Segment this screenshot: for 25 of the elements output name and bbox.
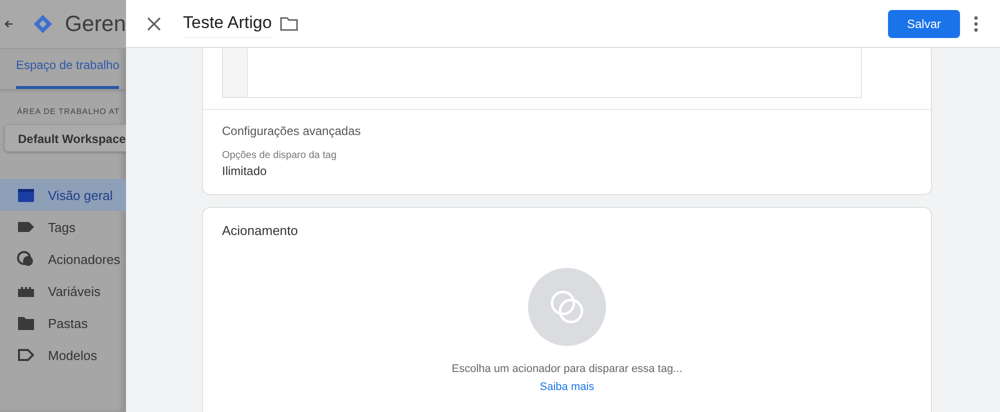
trigger-icon (16, 249, 36, 269)
section-heading: Configurações avançadas (222, 124, 362, 138)
section-label: ÁREA DE TRABALHO AT (16, 106, 121, 116)
nav-item[interactable]: Acionadores (0, 243, 126, 275)
nav-item[interactable]: Tags (0, 211, 126, 243)
workspace-tab[interactable]: Espaço de trabalho (16, 58, 120, 89)
tag-name-field[interactable]: Teste Artigo (183, 9, 272, 38)
nav-item[interactable]: Visão geral (0, 179, 126, 211)
field-value: Ilimitado (222, 164, 268, 178)
learn-more-link[interactable]: Saiba mais (540, 381, 594, 393)
hint-text: Escolha um acionador para disparar essa tag... (452, 363, 682, 375)
trigger-card[interactable]: Acionamento Escolha um acionador para disparar essa tag... Saiba mais (202, 207, 932, 412)
folder-icon[interactable] (280, 16, 298, 30)
trigger-icon (528, 268, 606, 346)
nav-item[interactable]: Modelos (0, 339, 126, 371)
back-arrow-icon[interactable] (4, 18, 14, 30)
nav-item[interactable]: Variáveis (0, 275, 126, 307)
save-button[interactable]: Salvar (888, 10, 960, 38)
app-title: Geren (64, 11, 126, 37)
close-icon[interactable] (147, 16, 161, 30)
card-title: Acionamento (221, 222, 298, 238)
field-label: Opções de disparo da tag (222, 150, 338, 161)
nav-item[interactable]: Pastas (0, 307, 126, 339)
workspace-button[interactable]: Default Workspace (4, 124, 126, 152)
more-icon[interactable] (974, 16, 978, 32)
